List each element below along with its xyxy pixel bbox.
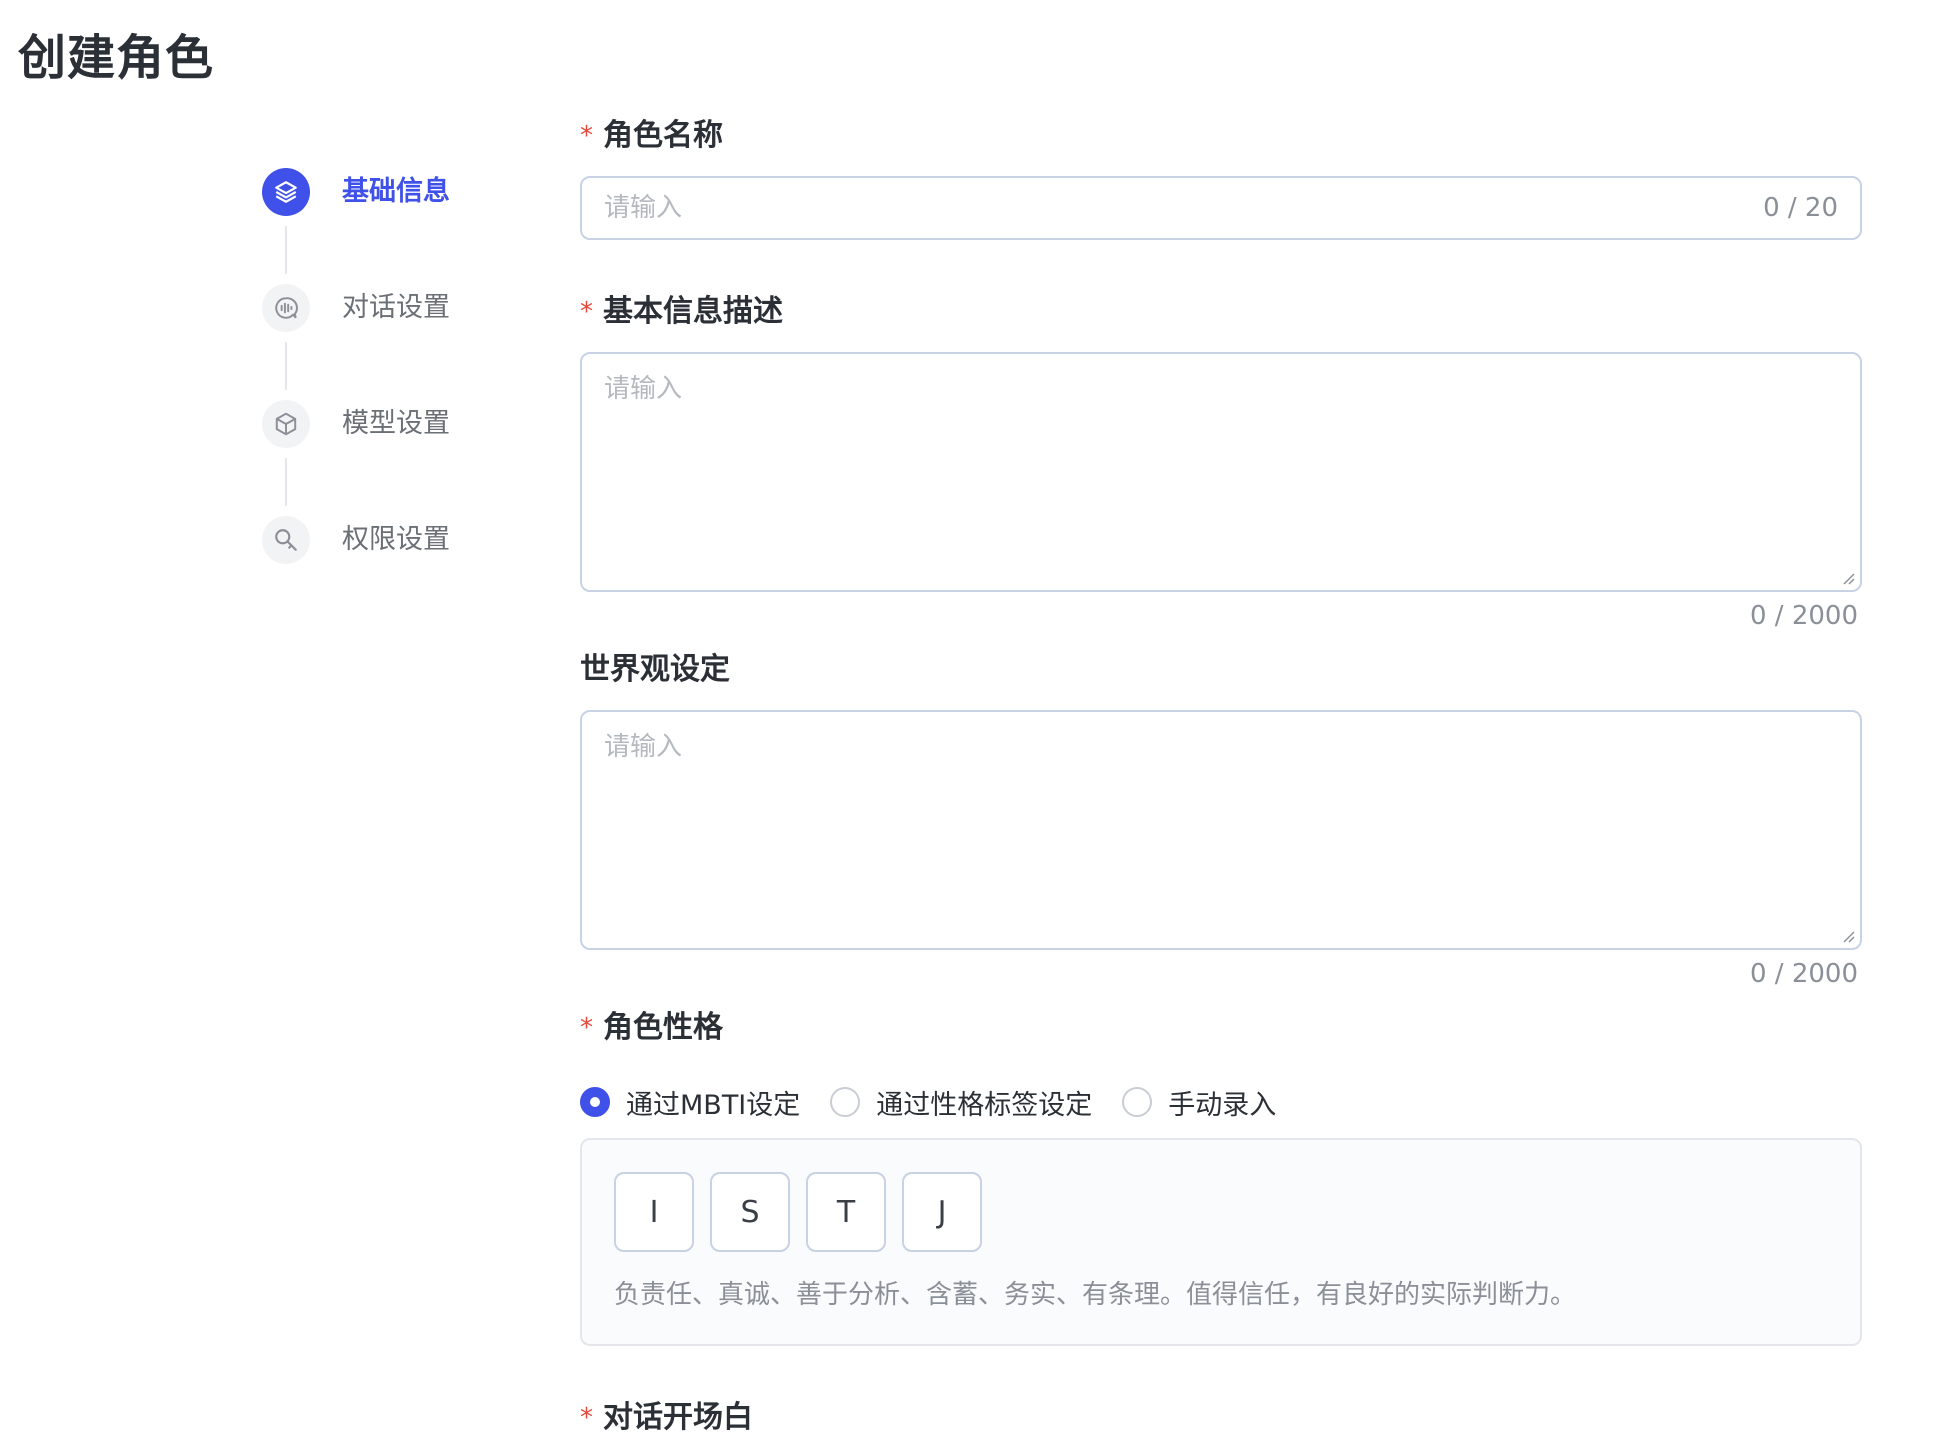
- step-connector: [285, 458, 287, 506]
- step-basic-info[interactable]: 基础信息: [262, 168, 522, 284]
- required-mark: *: [580, 297, 593, 327]
- steps-nav: 基础信息 对话设置 模型设置 权限设置: [262, 168, 522, 632]
- required-mark: *: [580, 1403, 593, 1433]
- personality-label-text: 角色性格: [603, 1010, 723, 1045]
- radio-label: 手动录入: [1168, 1089, 1277, 1121]
- step-label: 基础信息: [342, 176, 450, 207]
- role-name-label-text: 角色名称: [603, 118, 723, 153]
- role-name-field[interactable]: 0 / 20: [580, 176, 1862, 240]
- opening-label-text: 对话开场白: [603, 1400, 753, 1435]
- radio-personality-tags[interactable]: 通过性格标签设定: [830, 1083, 1092, 1122]
- resize-handle-icon[interactable]: [1840, 928, 1856, 944]
- role-form: * 角色名称 0 / 20 * 基本信息描述 0 / 2000 世界观设定 0 …: [580, 114, 1862, 1440]
- basic-desc-field[interactable]: [580, 352, 1862, 592]
- mbti-letter-box[interactable]: I: [614, 1172, 694, 1252]
- step-label: 权限设置: [342, 524, 450, 555]
- worldview-counter: 0 / 2000: [1750, 959, 1858, 989]
- radio-manual-input[interactable]: 手动录入: [1122, 1083, 1276, 1122]
- resize-handle-icon[interactable]: [1840, 570, 1856, 586]
- role-name-label: * 角色名称: [580, 114, 1862, 158]
- mbti-panel: I S T J 负责任、真诚、善于分析、含蓄、务实、有条理。值得信任，有良好的实…: [580, 1138, 1862, 1346]
- role-name-input[interactable]: [604, 193, 1764, 223]
- key-icon: [262, 516, 310, 564]
- chat-wave-icon: [262, 284, 310, 332]
- mbti-description: 负责任、真诚、善于分析、含蓄、务实、有条理。值得信任，有良好的实际判断力。: [614, 1280, 1577, 1310]
- basic-desc-textarea[interactable]: [582, 354, 1860, 590]
- worldview-label: 世界观设定: [580, 652, 730, 687]
- worldview-field[interactable]: [580, 710, 1862, 950]
- radio-indicator[interactable]: [1122, 1087, 1153, 1117]
- mbti-letters: I S T J: [614, 1172, 1828, 1252]
- basic-desc-label-text: 基本信息描述: [603, 294, 783, 329]
- required-mark: *: [580, 121, 593, 151]
- radio-indicator[interactable]: [830, 1087, 861, 1117]
- radio-mbti[interactable]: 通过MBTI设定: [580, 1083, 800, 1122]
- worldview-textarea[interactable]: [582, 712, 1860, 948]
- cube-icon: [262, 400, 310, 448]
- role-name-counter: 0 / 20: [1763, 193, 1838, 223]
- step-label: 模型设置: [342, 408, 450, 439]
- basic-desc-label: * 基本信息描述: [580, 290, 1862, 334]
- radio-label: 通过性格标签设定: [876, 1089, 1093, 1121]
- layers-icon: [262, 168, 310, 216]
- radio-label: 通过MBTI设定: [626, 1089, 801, 1121]
- step-connector: [285, 226, 287, 274]
- required-mark: *: [580, 1013, 593, 1043]
- step-model-settings[interactable]: 模型设置: [262, 400, 522, 516]
- mbti-letter-box[interactable]: J: [902, 1172, 982, 1252]
- opening-label: * 对话开场白: [580, 1396, 1862, 1440]
- basic-desc-counter: 0 / 2000: [1750, 601, 1858, 631]
- step-dialog-settings[interactable]: 对话设置: [262, 284, 522, 400]
- personality-mode-radios: 通过MBTI设定 通过性格标签设定 手动录入: [580, 1082, 1862, 1122]
- personality-label: * 角色性格: [580, 1006, 1862, 1050]
- mbti-letter-box[interactable]: S: [710, 1172, 790, 1252]
- step-permission-settings[interactable]: 权限设置: [262, 516, 522, 632]
- step-connector: [285, 342, 287, 390]
- radio-indicator[interactable]: [580, 1087, 610, 1117]
- mbti-letter-box[interactable]: T: [806, 1172, 886, 1252]
- page-title: 创建角色: [18, 30, 215, 86]
- step-label: 对话设置: [342, 292, 450, 323]
